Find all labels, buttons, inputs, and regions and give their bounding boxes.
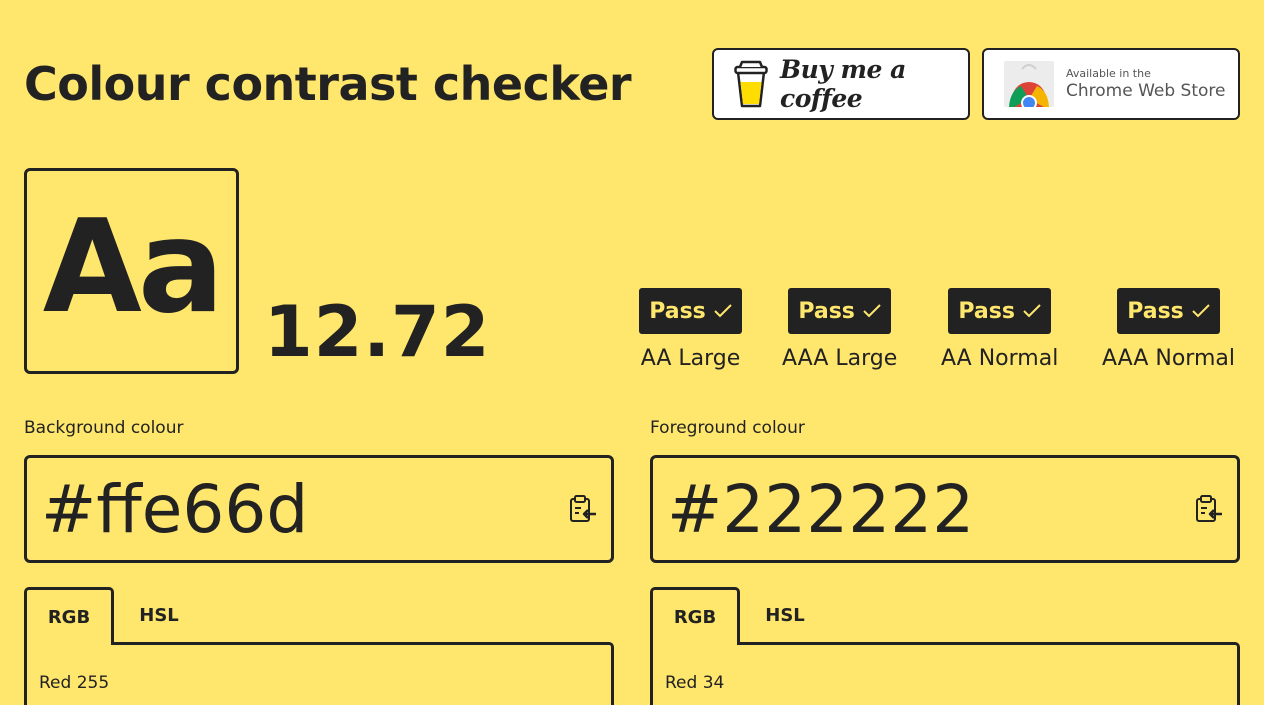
check-label: AA Normal xyxy=(941,346,1059,371)
foreground-colour-label: Foreground colour xyxy=(650,418,805,438)
sample-text: Aa xyxy=(42,193,224,342)
badge-status: Pass xyxy=(798,298,855,324)
foreground-rgb-panel: Red 34 xyxy=(650,642,1240,705)
check-aaa-normal: Pass AAA Normal xyxy=(1102,288,1235,371)
clipboard-paste-icon[interactable] xyxy=(567,494,597,524)
checkmark-icon xyxy=(1023,304,1041,318)
pass-badge: Pass xyxy=(788,288,892,334)
channel-name: Red xyxy=(39,673,72,693)
red-channel-label: Red 34 xyxy=(665,673,724,693)
pass-badge: Pass xyxy=(1116,288,1220,334)
contrast-ratio: 12.72 xyxy=(264,291,491,373)
clipboard-paste-icon[interactable] xyxy=(1193,494,1223,524)
page-title: Colour contrast checker xyxy=(24,57,632,111)
page: Colour contrast checker Buy me a coffee xyxy=(0,0,1264,705)
check-aa-normal: Pass AA Normal xyxy=(941,288,1058,371)
coffee-button-label: Buy me a coffee xyxy=(780,55,906,113)
badge-status: Pass xyxy=(1127,298,1184,324)
pass-badge: Pass xyxy=(948,288,1052,334)
channel-value: 34 xyxy=(702,673,725,693)
background-colour-label: Background colour xyxy=(24,418,184,438)
text-sample-preview: Aa xyxy=(24,168,239,374)
badge-status: Pass xyxy=(649,298,706,324)
check-aaa-large: Pass AAA Large xyxy=(782,288,897,371)
check-label: AAA Normal xyxy=(1102,346,1235,371)
chrome-store-label: Chrome Web Store xyxy=(1066,81,1226,101)
channel-value: 255 xyxy=(76,673,110,693)
foreground-colour-tabs: RGB HSL xyxy=(650,587,830,645)
chrome-web-store-button[interactable]: Available in the Chrome Web Store xyxy=(982,48,1240,120)
pass-badge: Pass xyxy=(639,288,742,334)
check-label: AAA Large xyxy=(782,346,898,371)
foreground-colour-input[interactable] xyxy=(667,470,1137,548)
checkmark-icon xyxy=(1192,304,1210,318)
tab-hsl[interactable]: HSL xyxy=(114,587,204,644)
tab-hsl[interactable]: HSL xyxy=(740,587,830,644)
background-colour-field xyxy=(24,455,614,563)
checkmark-icon xyxy=(863,304,881,318)
background-colour-tabs: RGB HSL xyxy=(24,587,204,645)
checkmark-icon xyxy=(714,304,732,318)
check-label: AA Large xyxy=(640,346,741,371)
foreground-colour-field xyxy=(650,455,1240,563)
chrome-store-text: Available in the Chrome Web Store xyxy=(1066,67,1225,101)
background-rgb-panel: Red 255 xyxy=(24,642,614,705)
red-channel-label: Red 255 xyxy=(39,673,109,693)
buy-me-a-coffee-button[interactable]: Buy me a coffee xyxy=(712,48,970,120)
channel-name: Red xyxy=(665,673,698,693)
tab-rgb[interactable]: RGB xyxy=(24,587,114,645)
check-aa-large: Pass AA Large xyxy=(639,288,742,371)
chrome-store-small-label: Available in the xyxy=(1066,67,1151,80)
tab-rgb[interactable]: RGB xyxy=(650,587,740,645)
background-colour-input[interactable] xyxy=(41,470,511,548)
chrome-logo-icon xyxy=(1004,61,1054,107)
badge-status: Pass xyxy=(958,298,1015,324)
coffee-cup-icon xyxy=(734,60,768,108)
